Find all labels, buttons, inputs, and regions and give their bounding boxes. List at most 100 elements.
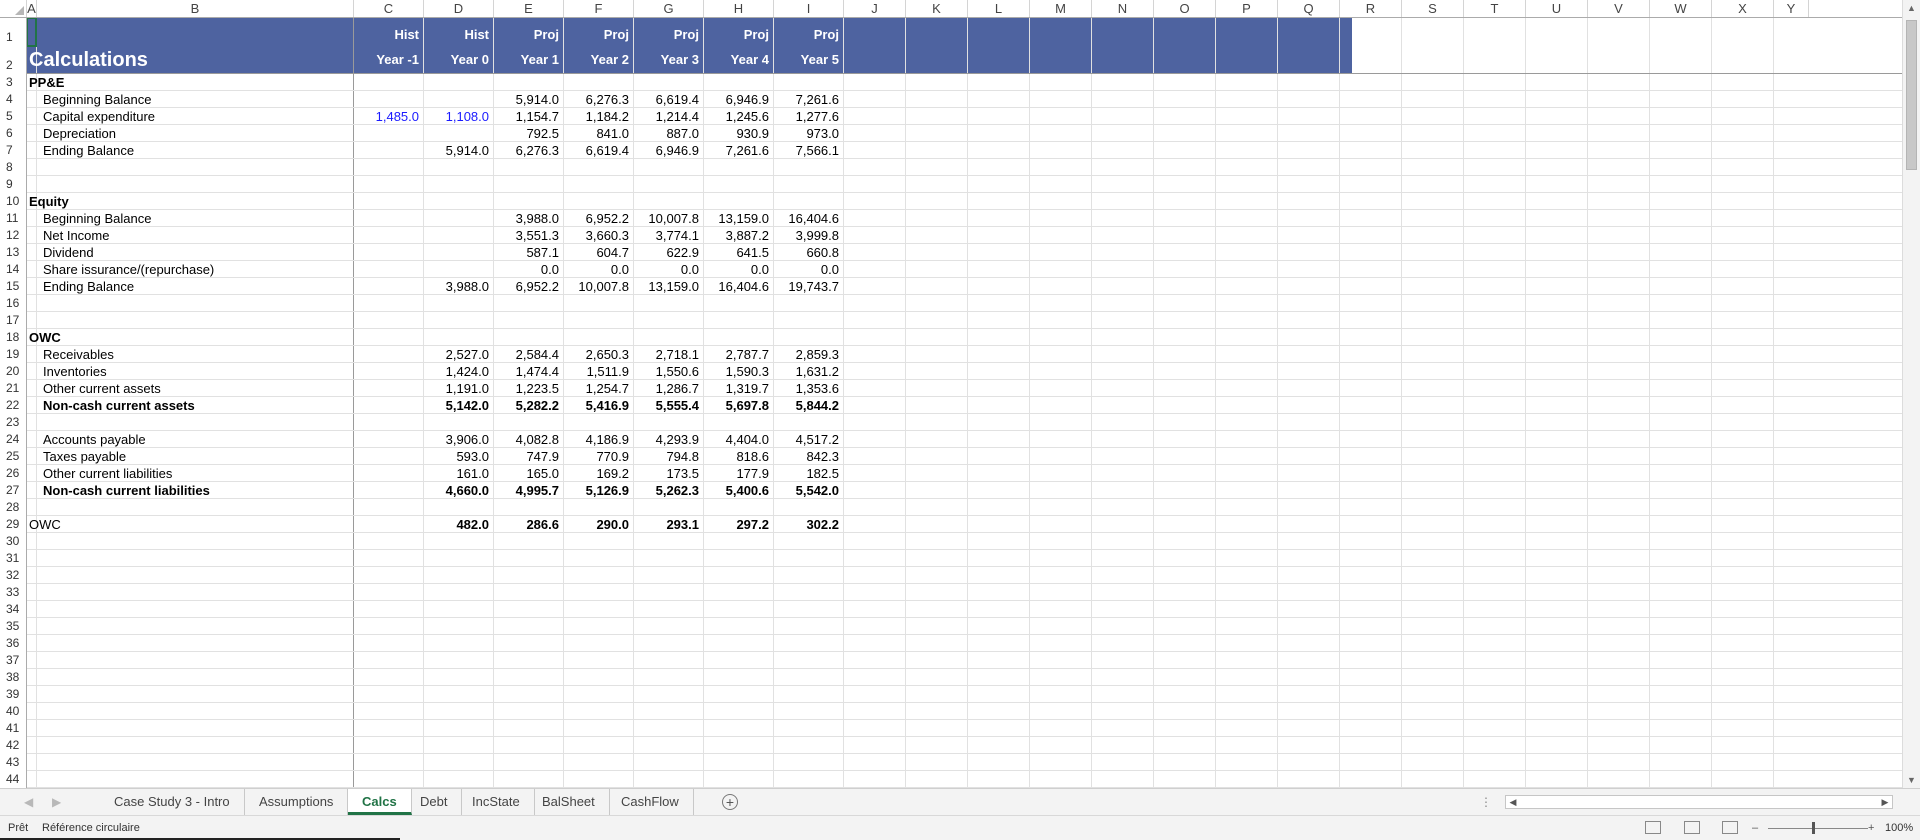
value-cell[interactable]: 173.5 [634, 465, 699, 482]
value-cell[interactable]: 5,555.4 [634, 397, 699, 414]
value-cell[interactable]: 6,619.4 [564, 142, 629, 159]
row-header-16[interactable]: 16 [0, 295, 26, 312]
column-header-o[interactable]: O [1154, 0, 1216, 17]
value-cell[interactable]: 5,126.9 [564, 482, 629, 499]
column-header-g[interactable]: G [634, 0, 704, 17]
value-cell[interactable]: 818.6 [704, 448, 769, 465]
column-header-c[interactable]: C [354, 0, 424, 17]
value-cell[interactable]: 1,319.7 [704, 380, 769, 397]
value-cell[interactable]: 3,774.1 [634, 227, 699, 244]
value-cell[interactable]: 3,906.0 [424, 431, 489, 448]
active-cell-selection[interactable] [27, 18, 37, 47]
scroll-left-icon[interactable]: ◀ [1506, 796, 1520, 808]
value-cell[interactable]: 7,566.1 [774, 142, 839, 159]
value-cell[interactable]: 182.5 [774, 465, 839, 482]
worksheet-grid[interactable]: Hist Hist Proj Proj Proj Proj Proj Year -1 Year … [27, 18, 1902, 788]
scroll-right-icon[interactable]: ▶ [1878, 796, 1892, 808]
value-cell[interactable]: 5,416.9 [564, 397, 629, 414]
column-header-q[interactable]: Q [1278, 0, 1340, 17]
value-cell[interactable]: 930.9 [704, 125, 769, 142]
value-cell[interactable]: 5,542.0 [774, 482, 839, 499]
next-sheet-icon[interactable]: ▶ [52, 789, 61, 815]
row-header-17[interactable]: 17 [0, 312, 26, 329]
value-cell[interactable]: 2,787.7 [704, 346, 769, 363]
value-cell[interactable]: 887.0 [634, 125, 699, 142]
zoom-in-icon[interactable]: + [1868, 816, 1874, 840]
column-header-k[interactable]: K [906, 0, 968, 17]
value-cell[interactable]: 5,262.3 [634, 482, 699, 499]
value-cell[interactable]: 6,952.2 [564, 210, 629, 227]
value-cell[interactable]: 2,650.3 [564, 346, 629, 363]
value-cell[interactable]: 3,887.2 [704, 227, 769, 244]
column-header-t[interactable]: T [1464, 0, 1526, 17]
scroll-down-icon[interactable]: ▼ [1903, 772, 1920, 788]
value-cell[interactable]: 1,590.3 [704, 363, 769, 380]
page-layout-view-icon[interactable] [1684, 821, 1700, 834]
value-cell[interactable]: 0.0 [564, 261, 629, 278]
horizontal-scrollbar[interactable]: ◀ ▶ [1505, 795, 1893, 809]
row-header-9[interactable]: 9 [0, 176, 26, 193]
row-header-41[interactable]: 41 [0, 720, 26, 737]
vertical-scrollbar[interactable]: ▲ ▼ [1902, 0, 1920, 788]
value-cell[interactable]: 4,293.9 [634, 431, 699, 448]
value-cell[interactable]: 3,988.0 [494, 210, 559, 227]
scroll-up-icon[interactable]: ▲ [1903, 0, 1920, 16]
column-header-u[interactable]: U [1526, 0, 1588, 17]
row-header-38[interactable]: 38 [0, 669, 26, 686]
row-header-42[interactable]: 42 [0, 737, 26, 754]
value-cell[interactable]: 13,159.0 [704, 210, 769, 227]
value-cell[interactable]: 2,859.3 [774, 346, 839, 363]
column-header-i[interactable]: I [774, 0, 844, 17]
value-cell[interactable]: 1,631.2 [774, 363, 839, 380]
value-cell[interactable]: 3,988.0 [424, 278, 489, 295]
page-break-view-icon[interactable] [1722, 821, 1738, 834]
tab-cashflow[interactable]: CashFlow [607, 789, 694, 815]
value-cell[interactable]: 7,261.6 [704, 142, 769, 159]
row-header-8[interactable]: 8 [0, 159, 26, 176]
value-cell[interactable]: 593.0 [424, 448, 489, 465]
value-cell[interactable]: 13,159.0 [634, 278, 699, 295]
column-header-b[interactable]: B [37, 0, 354, 17]
value-cell[interactable]: 5,400.6 [704, 482, 769, 499]
column-header-j[interactable]: J [844, 0, 906, 17]
column-header-r[interactable]: R [1340, 0, 1402, 17]
value-cell[interactable]: 1,108.0 [424, 108, 489, 125]
value-cell[interactable]: 792.5 [494, 125, 559, 142]
row-header-7[interactable]: 7 [0, 142, 26, 159]
value-cell[interactable]: 302.2 [774, 516, 839, 533]
value-cell[interactable]: 19,743.7 [774, 278, 839, 295]
row-header-21[interactable]: 21 [0, 380, 26, 397]
value-cell[interactable]: 7,261.6 [774, 91, 839, 108]
row-header-44[interactable]: 44 [0, 771, 26, 788]
value-cell[interactable]: 169.2 [564, 465, 629, 482]
column-header-h[interactable]: H [704, 0, 774, 17]
value-cell[interactable]: 6,946.9 [634, 142, 699, 159]
row-header-1[interactable]: 1 [0, 18, 26, 46]
tab-splitter-icon[interactable]: ⋮ [1480, 789, 1492, 815]
value-cell[interactable]: 0.0 [704, 261, 769, 278]
zoom-slider[interactable] [1768, 828, 1868, 829]
value-cell[interactable]: 6,619.4 [634, 91, 699, 108]
value-cell[interactable]: 10,007.8 [564, 278, 629, 295]
value-cell[interactable]: 4,660.0 [424, 482, 489, 499]
value-cell[interactable]: 604.7 [564, 244, 629, 261]
row-header-28[interactable]: 28 [0, 499, 26, 516]
row-header-32[interactable]: 32 [0, 567, 26, 584]
value-cell[interactable]: 0.0 [634, 261, 699, 278]
value-cell[interactable]: 2,527.0 [424, 346, 489, 363]
column-header-e[interactable]: E [494, 0, 564, 17]
value-cell[interactable]: 0.0 [494, 261, 559, 278]
value-cell[interactable]: 1,485.0 [354, 108, 419, 125]
value-cell[interactable]: 482.0 [424, 516, 489, 533]
row-header-14[interactable]: 14 [0, 261, 26, 278]
row-header-4[interactable]: 4 [0, 91, 26, 108]
value-cell[interactable]: 6,946.9 [704, 91, 769, 108]
value-cell[interactable]: 1,511.9 [564, 363, 629, 380]
value-cell[interactable]: 5,914.0 [494, 91, 559, 108]
column-header-l[interactable]: L [968, 0, 1030, 17]
row-header-10[interactable]: 10 [0, 193, 26, 210]
value-cell[interactable]: 841.0 [564, 125, 629, 142]
value-cell[interactable]: 747.9 [494, 448, 559, 465]
row-header-23[interactable]: 23 [0, 414, 26, 431]
value-cell[interactable]: 10,007.8 [634, 210, 699, 227]
